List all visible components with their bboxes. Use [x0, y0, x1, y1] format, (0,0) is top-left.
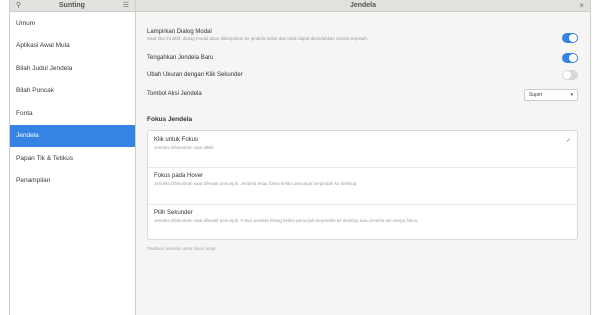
option-subtitle: Jendela difokuskan saat dilewati penunju…	[154, 181, 358, 186]
sidebar-item-label: Bilah Puncak	[16, 87, 54, 95]
divider	[148, 167, 577, 168]
divider	[148, 204, 577, 205]
setting-label: Tengahkan Jendela Baru	[147, 55, 214, 61]
window-title: Jendela	[349, 2, 377, 9]
focus-option-secondary[interactable]: Pilih Sekunder Jendela difokuskan saat d…	[154, 210, 571, 223]
focus-options-card: Klik untuk Fokus Jendela difokuskan saat…	[147, 130, 578, 240]
setting-label: Lampirkan Dialog Modal	[147, 29, 212, 35]
sidebar-item-label: Penampilan	[16, 177, 51, 185]
sidebar-item-label: Fonta	[16, 109, 33, 117]
setting-row-attach-modal: Lampirkan Dialog Modal Saat fitur ini ak…	[147, 29, 578, 43]
sidebar-header: ⚲ Sunting ☰	[10, 0, 136, 11]
sidebar-item-label: Jendela	[16, 132, 39, 140]
content-header: Jendela ×	[136, 0, 590, 11]
option-title: Pilih Sekunder	[154, 210, 193, 216]
sidebar-item-label: Bilah Judul Jendela	[16, 64, 73, 72]
setting-row-resize-secondary: Ubah Ukuran dengan Klik Sekunder	[147, 70, 578, 80]
switch-knob	[563, 71, 571, 79]
header-bar: ⚲ Sunting ☰ Jendela ×	[10, 0, 590, 12]
sidebar-item-fonta[interactable]: Fonta	[10, 102, 135, 125]
settings-panel: Lampirkan Dialog Modal Saat fitur ini ak…	[137, 12, 590, 315]
sidebar-item-bilah-puncak[interactable]: Bilah Puncak	[10, 80, 135, 103]
sidebar-header-title: Sunting	[58, 2, 85, 9]
sidebar-item-jendela[interactable]: Jendela	[10, 124, 135, 147]
chevron-down-icon: ▾	[570, 92, 573, 98]
switch-knob	[569, 34, 577, 42]
option-subtitle: Jendela difokuskan saat dilewati penunju…	[154, 218, 419, 223]
action-key-dropdown[interactable]: Super ▾	[524, 89, 578, 101]
switch-knob	[569, 54, 577, 62]
option-title: Klik untuk Fokus	[154, 137, 199, 143]
setting-row-center-windows: Tengahkan Jendela Baru	[147, 53, 578, 63]
sidebar-item-label: Umum	[16, 19, 36, 27]
option-subtitle: Jendela difokuskan saat diklik.	[154, 145, 215, 150]
footnote: Pastikan jendela untuk fokus tetap.	[147, 246, 217, 251]
section-title: Fokus Jendela	[147, 116, 193, 123]
sidebar-item-papan-tik-tetikus[interactable]: Papan Tik & Tetikus	[10, 147, 135, 170]
sidebar-item-penampilan[interactable]: Penampilan	[10, 170, 135, 193]
focus-option-hover[interactable]: Fokus pada Hover Jendela difokuskan saat…	[154, 173, 571, 186]
setting-label: Ubah Ukuran dengan Klik Sekunder	[147, 72, 243, 78]
window: ⚲ Sunting ☰ Jendela × Umum Aplikasi Awal…	[9, 0, 591, 315]
menu-icon[interactable]: ☰	[123, 2, 129, 9]
sidebar-item-bilah-judul-jendela[interactable]: Bilah Judul Jendela	[10, 57, 135, 80]
close-icon[interactable]: ×	[579, 1, 584, 10]
search-icon[interactable]: ⚲	[16, 2, 21, 9]
attach-modal-switch[interactable]	[562, 33, 578, 43]
dropdown-value: Super	[529, 92, 543, 98]
sidebar-item-label: Papan Tik & Tetikus	[16, 154, 73, 162]
focus-option-click[interactable]: Klik untuk Fokus Jendela difokuskan saat…	[154, 137, 571, 150]
sidebar: Umum Aplikasi Awal Mula Bilah Judul Jend…	[10, 12, 136, 315]
resize-secondary-switch[interactable]	[562, 70, 578, 80]
center-windows-switch[interactable]	[562, 53, 578, 63]
sidebar-item-aplikasi-awal-mula[interactable]: Aplikasi Awal Mula	[10, 35, 135, 58]
setting-description: Saat fitur ini aktif, dialog modal akan …	[147, 36, 369, 41]
option-title: Fokus pada Hover	[154, 173, 204, 179]
sidebar-item-label: Aplikasi Awal Mula	[16, 42, 70, 50]
check-icon: ✓	[565, 138, 571, 144]
setting-row-action-key: Tombol Aksi Jendela Super ▾	[147, 89, 578, 101]
sidebar-item-umum[interactable]: Umum	[10, 12, 135, 35]
setting-label: Tombol Aksi Jendela	[147, 91, 202, 97]
